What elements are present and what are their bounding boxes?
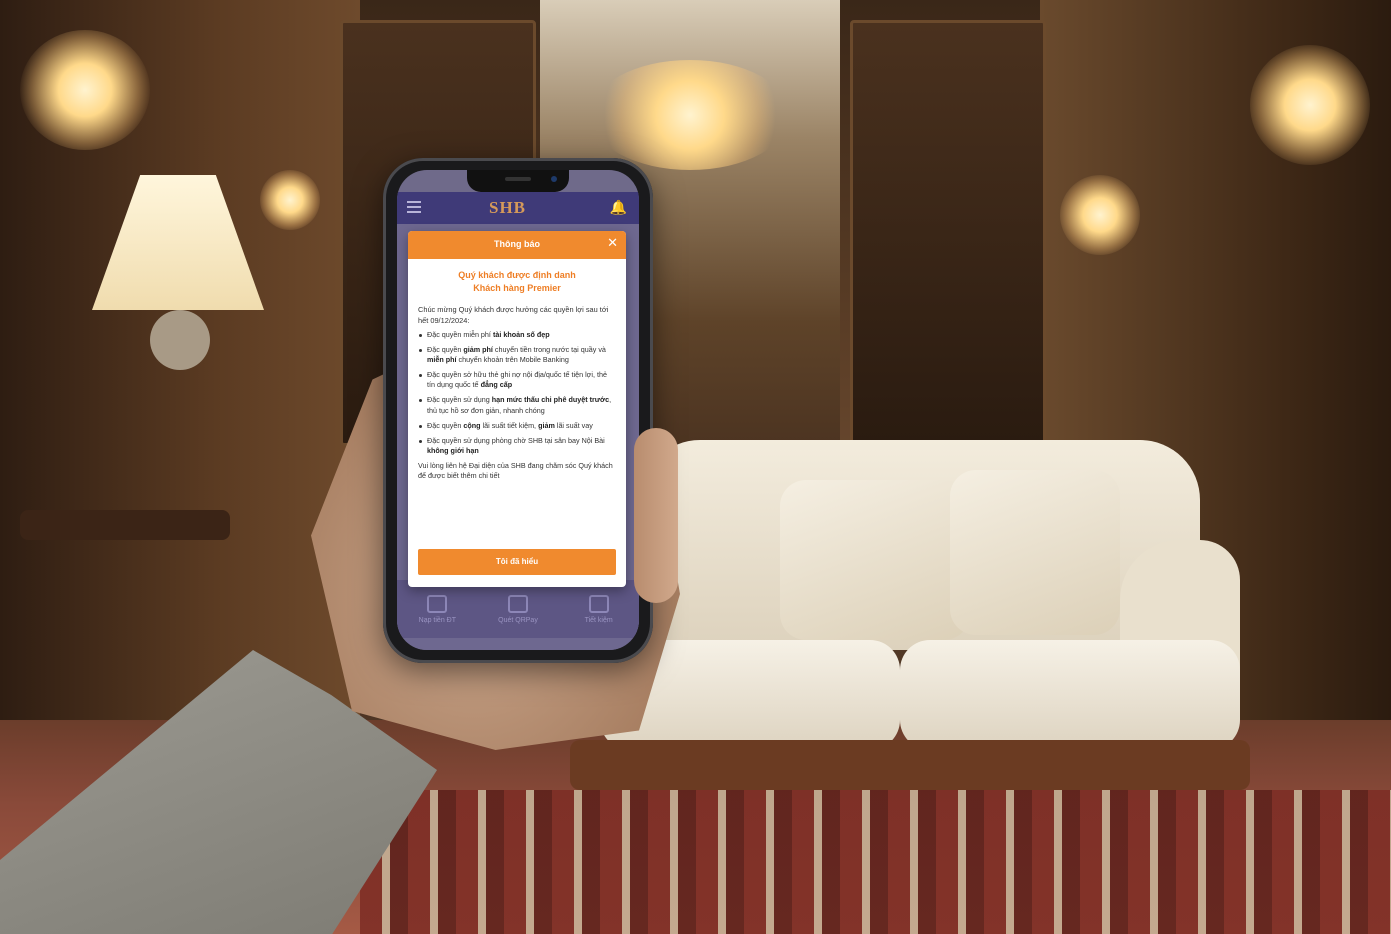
side-table: [20, 510, 230, 540]
menu-icon[interactable]: [407, 201, 421, 213]
phone-notch: [467, 170, 569, 192]
dialog-title: Thông báo: [494, 239, 540, 249]
camera-icon: [551, 176, 557, 182]
dialog-intro: Chúc mừng Quý khách được hưởng các quyền…: [418, 305, 609, 325]
benefit-item: Đặc quyền sử dụng phòng chờ SHB tại sân …: [418, 436, 616, 456]
light-glow: [260, 170, 320, 230]
speaker: [505, 177, 531, 181]
cushion: [950, 470, 1120, 635]
qr-icon: [507, 594, 528, 613]
nav-item-topup[interactable]: Nạp tiền ĐT: [402, 594, 472, 624]
smartphone: SHB 🔔 Nạp tiền ĐT Quét QRPay Tiết kiệm T…: [383, 158, 653, 663]
sofa-seat: [900, 640, 1240, 750]
lamp-base: [150, 310, 210, 370]
dialog-header: Thông báo ✕: [408, 231, 626, 259]
app-header: SHB 🔔: [397, 192, 639, 224]
bell-icon[interactable]: 🔔: [610, 199, 627, 216]
dialog-outro: Vui lòng liên hệ Đại diện của SHB đang c…: [418, 460, 613, 481]
chandelier: [590, 60, 790, 170]
confirm-button[interactable]: Tôi đã hiểu: [418, 549, 616, 575]
headline-line: Quý khách được định danh: [458, 270, 576, 280]
grid-icon: [427, 594, 448, 613]
benefit-item: Đặc quyền sử dụng hạn mức thấu chi phê d…: [418, 395, 616, 415]
bottom-nav: Nạp tiền ĐT Quét QRPay Tiết kiệm: [397, 580, 639, 638]
benefit-list: Đặc quyền miễn phí tài khoản số đẹp Đặc …: [418, 330, 616, 456]
fingers: [634, 428, 678, 603]
sofa-frame: [570, 740, 1250, 790]
dialog-headline: Quý khách được định danh Khách hàng Prem…: [416, 269, 618, 295]
benefit-item: Đặc quyền miễn phí tài khoản số đẹp: [418, 330, 616, 340]
light-glow: [1060, 175, 1140, 255]
close-icon[interactable]: ✕: [607, 236, 618, 250]
living-room-photo: SHB 🔔 Nạp tiền ĐT Quét QRPay Tiết kiệm T…: [0, 0, 1391, 934]
nav-label: Quét QRPay: [498, 616, 538, 624]
nav-item-qrpay[interactable]: Quét QRPay: [483, 594, 553, 624]
phone-screen: SHB 🔔 Nạp tiền ĐT Quét QRPay Tiết kiệm T…: [397, 170, 639, 650]
nav-label: Tiết kiệm: [584, 616, 613, 624]
benefit-item: Đặc quyền giảm phí chuyển tiền trong nướ…: [418, 345, 616, 365]
benefit-item: Đặc quyền sở hữu thẻ ghi nợ nội địa/quốc…: [418, 370, 616, 390]
nav-label: Nạp tiền ĐT: [418, 616, 456, 624]
glass-cabinet-right: [850, 20, 1046, 446]
nav-item-savings[interactable]: Tiết kiệm: [564, 594, 634, 624]
rug: [360, 790, 1391, 934]
wall-sconce-right: [1250, 45, 1370, 165]
headline-line: Khách hàng Premier: [473, 283, 561, 293]
app-logo: SHB: [489, 198, 527, 217]
cushion: [780, 480, 970, 640]
benefit-item: Đặc quyền cộng lãi suất tiết kiệm, giảm …: [418, 421, 616, 431]
notification-dialog: Thông báo ✕ Quý khách được định danh Khá…: [408, 231, 626, 587]
wall-sconce-left: [20, 30, 150, 150]
piggy-bank-icon: [588, 594, 609, 613]
